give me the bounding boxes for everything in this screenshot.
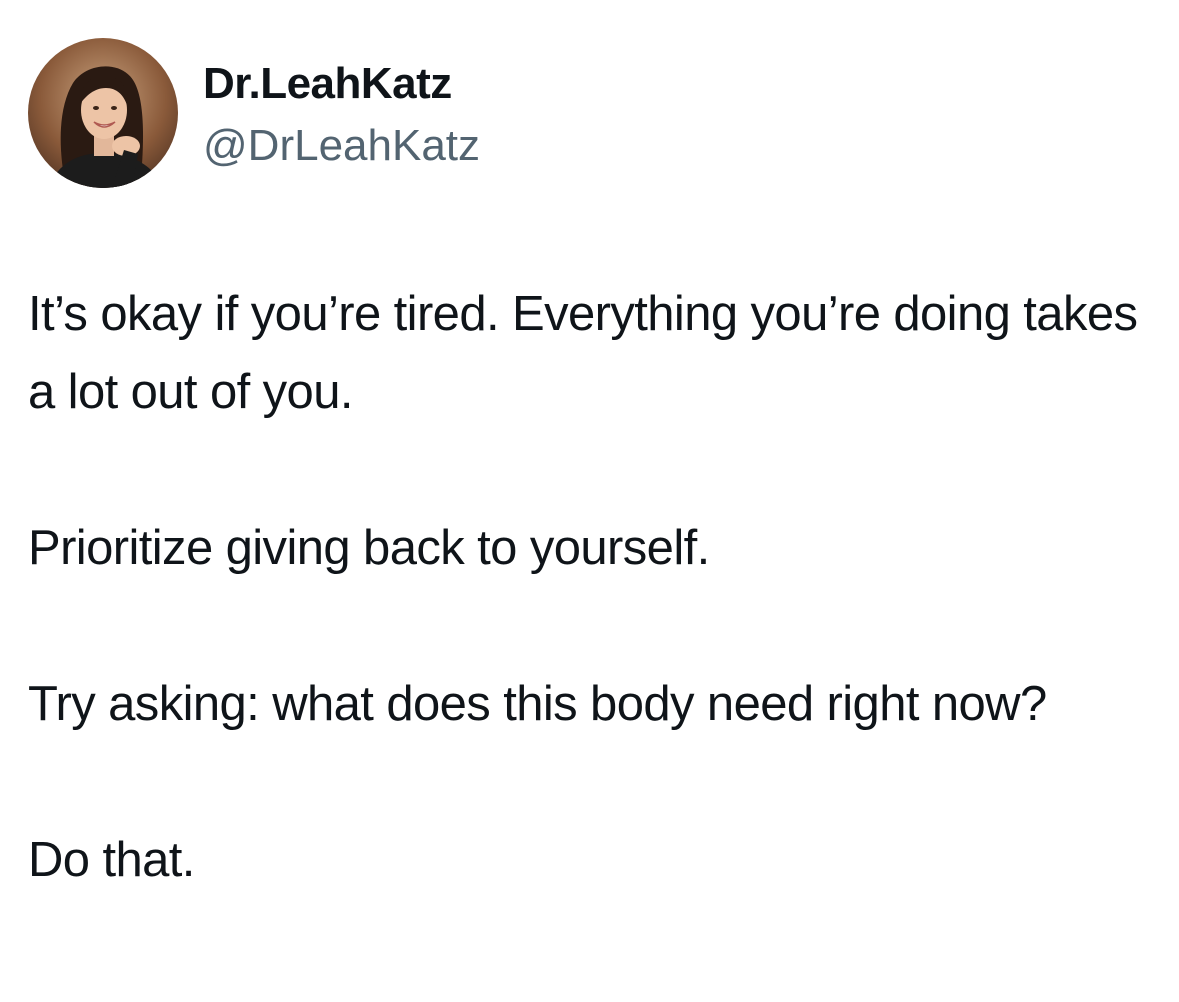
- avatar-image: [28, 38, 178, 188]
- tweet-paragraph: It’s okay if you’re tired. Everything yo…: [28, 287, 1138, 419]
- author-display-name[interactable]: Dr.LeahKatz: [203, 56, 452, 112]
- author-handle[interactable]: @DrLeahKatz: [203, 118, 480, 174]
- tweet-paragraph: Prioritize giving back to yourself.: [28, 521, 710, 575]
- tweet-paragraph: Try asking: what does this body need rig…: [28, 677, 1047, 731]
- tweet-card: Dr.LeahKatz @DrLeahKatz It’s okay if you…: [0, 0, 1179, 1002]
- tweet-paragraph: Do that.: [28, 833, 195, 887]
- avatar[interactable]: [28, 38, 178, 188]
- tweet-text: It’s okay if you’re tired. Everything yo…: [28, 275, 1148, 899]
